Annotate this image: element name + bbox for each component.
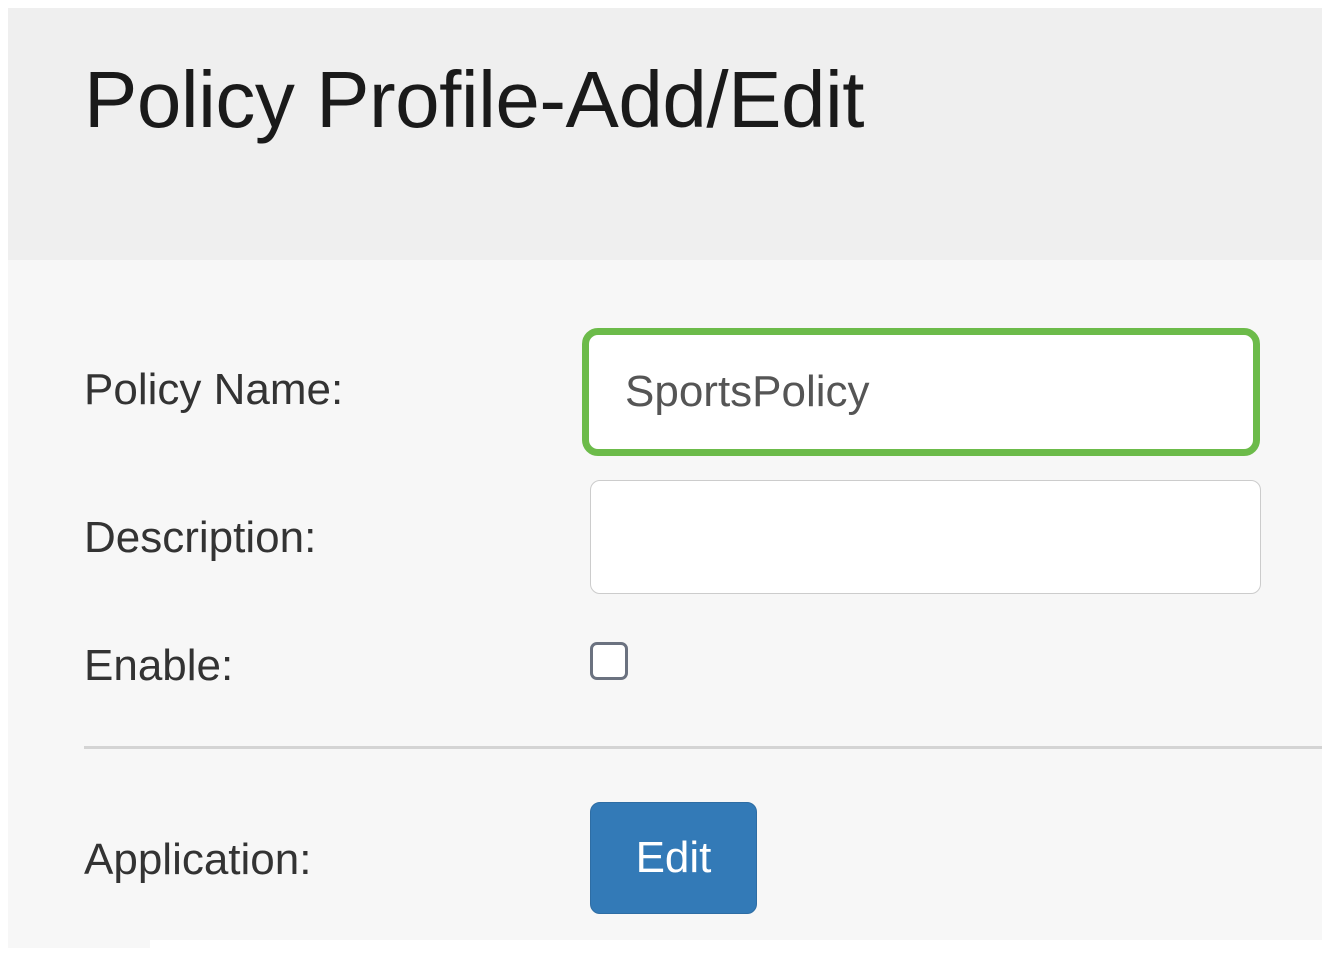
page-title: Policy Profile-Add/Edit xyxy=(84,55,864,144)
policy-name-input[interactable] xyxy=(582,328,1260,456)
application-edit-button[interactable]: Edit xyxy=(590,802,757,914)
policy-profile-panel: Policy Profile-Add/Edit Policy Name: Des… xyxy=(8,8,1322,948)
policy-name-label: Policy Name: xyxy=(84,365,344,414)
section-divider xyxy=(84,746,1322,749)
description-label: Description: xyxy=(84,513,317,562)
description-input[interactable] xyxy=(590,480,1261,594)
application-label: Application: xyxy=(84,835,312,884)
enable-checkbox[interactable] xyxy=(590,642,628,680)
enable-label: Enable: xyxy=(84,641,234,690)
bottom-edge xyxy=(150,940,1326,958)
page-header: Policy Profile-Add/Edit xyxy=(8,8,1322,260)
